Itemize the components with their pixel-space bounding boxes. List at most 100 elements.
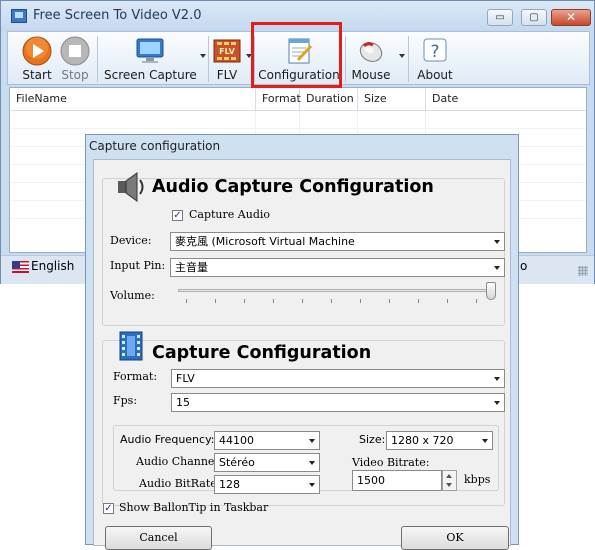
- cancel-button[interactable]: Cancel: [105, 526, 212, 550]
- resize-grip[interactable]: [578, 266, 588, 276]
- chevron-down-icon: [494, 377, 500, 381]
- record-icon: [22, 36, 52, 66]
- about-label: About: [417, 68, 453, 82]
- input-pin-dropdown[interactable]: 主音量: [170, 258, 505, 277]
- help-icon: ?: [423, 38, 447, 62]
- svg-text:?: ?: [430, 42, 439, 62]
- chevron-down-icon: [494, 401, 500, 405]
- fps-label: Fps:: [113, 394, 138, 407]
- balloon-tip-checkbox[interactable]: ✓: [103, 503, 114, 514]
- dialog-body: Audio Capture Configuration ✓ Capture Au…: [93, 159, 511, 550]
- stop-label: Stop: [61, 68, 89, 82]
- mouse-dropdown-arrow[interactable]: [399, 54, 405, 58]
- chevron-down-icon: [482, 439, 488, 443]
- toolbar-separator: [408, 36, 409, 82]
- slider-tick: [418, 299, 419, 303]
- audio-channel-label: Audio Channel:: [136, 455, 222, 468]
- audio-channel-value: Stéréo: [219, 456, 255, 469]
- spin-up-icon[interactable]: [446, 474, 452, 478]
- video-bitrate-label: Video Bitrate:: [352, 456, 430, 469]
- slider-tick: [331, 299, 332, 303]
- close-button[interactable]: ✕: [551, 9, 591, 26]
- slider-tick: [186, 299, 187, 303]
- video-bitrate-spinner[interactable]: [442, 470, 457, 491]
- toolbar-separator: [345, 36, 346, 82]
- slider-tick: [360, 299, 361, 303]
- volume-label: Volume:: [110, 289, 155, 302]
- mouse-label: Mouse: [351, 68, 391, 82]
- slider-tick: [476, 299, 477, 303]
- fps-dropdown[interactable]: 15: [171, 393, 505, 412]
- audio-bitrate-dropdown[interactable]: 128: [214, 475, 320, 494]
- slider-tick: [447, 299, 448, 303]
- speaker-icon: [118, 172, 144, 202]
- video-bitrate-input[interactable]: 1500: [352, 470, 442, 491]
- film-icon: FLV: [213, 39, 241, 63]
- configuration-highlight-box: [251, 22, 342, 88]
- about-button[interactable]: ? About: [414, 34, 456, 84]
- capture-configuration-heading: Capture Configuration: [152, 343, 372, 363]
- column-header-size[interactable]: Size: [358, 88, 426, 110]
- format-dropdown[interactable]: FLV: [171, 369, 505, 388]
- input-pin-value: 主音量: [175, 261, 208, 274]
- flv-label: FLV: [216, 68, 238, 82]
- slider-tick: [273, 299, 274, 303]
- screen-capture-label: Screen Capture: [104, 68, 197, 82]
- size-label: Size:: [359, 433, 386, 446]
- mouse-button[interactable]: Mouse: [348, 34, 394, 84]
- audio-frequency-value: 44100: [219, 434, 254, 447]
- chevron-down-icon: [494, 240, 500, 244]
- chevron-down-icon: [309, 439, 315, 443]
- column-header-duration[interactable]: Duration: [300, 88, 358, 110]
- spin-down-icon[interactable]: [446, 483, 452, 487]
- stop-icon: [60, 36, 90, 66]
- column-header-filename[interactable]: FileName: [10, 88, 256, 110]
- size-dropdown[interactable]: 1280 x 720: [386, 431, 493, 450]
- language-selector[interactable]: English: [31, 259, 74, 273]
- audio-bitrate-value: 128: [219, 478, 240, 491]
- chevron-down-icon: [309, 461, 315, 465]
- balloon-tip-label: Show BallonTip in Taskbar: [119, 501, 269, 514]
- audio-bitrate-label: Audio BitRate:: [139, 477, 221, 490]
- ok-button[interactable]: OK: [401, 526, 509, 550]
- us-flag-icon: [12, 261, 29, 273]
- fps-value: 15: [176, 396, 190, 409]
- flv-icon-text: FLV: [219, 47, 235, 56]
- stop-button[interactable]: Stop: [58, 34, 92, 84]
- slider-tick: [389, 299, 390, 303]
- capture-configuration-dialog: Capture configuration Audio Capture Conf…: [85, 134, 519, 550]
- header-divider: [10, 110, 586, 111]
- flv-button[interactable]: FLV FLV: [210, 34, 244, 84]
- monitor-icon: [136, 38, 164, 63]
- maximize-button[interactable]: ▢: [521, 9, 547, 26]
- audio-capture-heading: Audio Capture Configuration: [152, 177, 434, 197]
- row-divider: [10, 128, 586, 129]
- audio-capture-group: Audio Capture Configuration ✓ Capture Au…: [102, 172, 505, 326]
- slider-tick: [302, 299, 303, 303]
- filmstrip-icon: [119, 331, 143, 361]
- device-value: 麥克風 (Microsoft Virtual Machine: [175, 235, 355, 248]
- capture-configuration-group: Capture Configuration Format: FLV Fps: 1…: [102, 331, 505, 506]
- dialog-title: Capture configuration: [89, 139, 221, 153]
- slider-tick: [215, 299, 216, 303]
- column-header-format[interactable]: Format: [256, 88, 301, 110]
- start-label: Start: [22, 68, 52, 82]
- volume-slider-thumb[interactable]: [486, 282, 496, 300]
- slider-tick: [244, 299, 245, 303]
- audio-channel-dropdown[interactable]: Stéréo: [214, 453, 320, 472]
- capture-audio-checkbox[interactable]: ✓: [172, 210, 183, 221]
- minimize-button[interactable]: ▭: [487, 9, 513, 26]
- audio-frequency-label: Audio Frequency:: [120, 433, 215, 446]
- audio-video-settings-group: Audio Frequency: 44100 Audio Channel: St…: [113, 425, 499, 494]
- status-text: o: [520, 259, 528, 273]
- audio-frequency-dropdown[interactable]: 44100: [214, 431, 320, 450]
- column-header-date[interactable]: Date: [426, 88, 586, 110]
- volume-slider-track[interactable]: [178, 289, 496, 292]
- input-pin-label: Input Pin:: [110, 259, 166, 272]
- format-value: FLV: [176, 372, 195, 385]
- window-title: Free Screen To Video V2.0: [33, 8, 202, 23]
- device-dropdown[interactable]: 麥克風 (Microsoft Virtual Machine: [170, 232, 505, 251]
- screen-capture-button[interactable]: Screen Capture: [104, 34, 197, 84]
- start-button[interactable]: Start: [12, 34, 62, 84]
- screen-capture-dropdown-arrow[interactable]: [200, 54, 206, 58]
